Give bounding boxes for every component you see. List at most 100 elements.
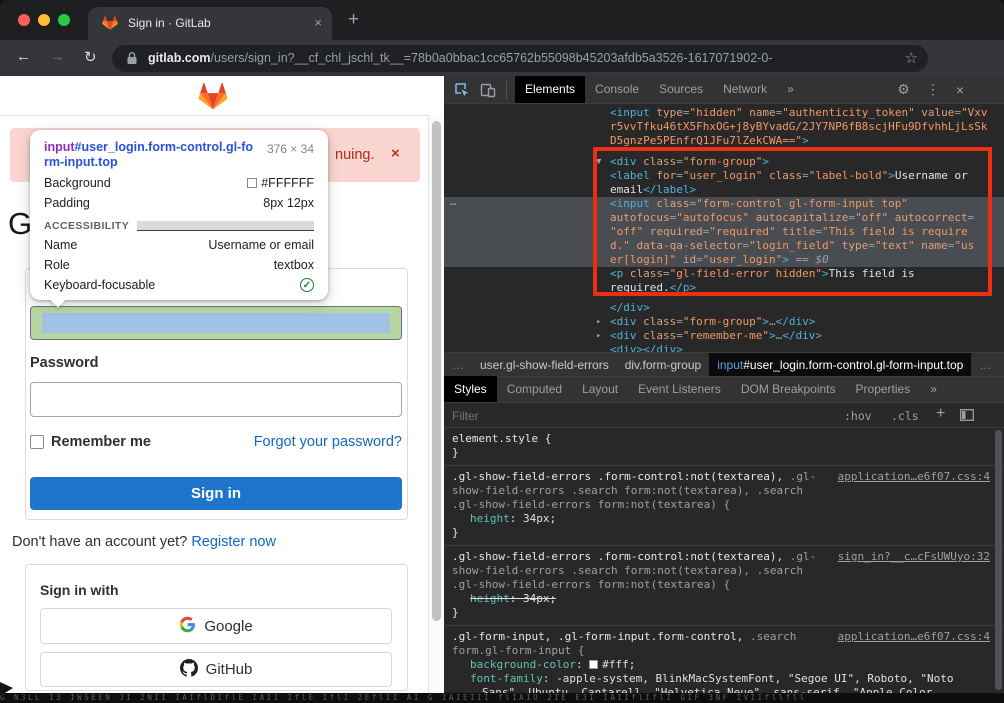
tab-dom-breakpoints[interactable]: DOM Breakpoints — [731, 376, 846, 403]
gitlab-page: nuing. × GitLab.com Password Remember me… — [0, 76, 444, 703]
tab-computed[interactable]: Computed — [497, 376, 572, 403]
code-line[interactable]: d." data-qa-selector="login_field" type=… — [444, 239, 1004, 253]
more-tabs-icon[interactable]: » — [777, 76, 804, 103]
google-signin-button[interactable]: Google — [40, 608, 392, 644]
page-scrollbar[interactable] — [428, 115, 444, 703]
code-line[interactable]: autofocus="autofocus" autocapitalize="of… — [444, 211, 1004, 225]
remember-me-checkbox[interactable] — [30, 435, 44, 449]
code-line[interactable]: ▸<div class="remember-me">…</div> — [444, 329, 1004, 343]
tooltip-focusable-label: Keyboard-focusable — [44, 278, 155, 292]
code-line[interactable]: r5vvTfku46tX5FhxOG+j8yBYvadG/2JY7NP6fB8s… — [444, 120, 1004, 134]
css-property[interactable]: background-color: #fff; — [452, 658, 996, 672]
tab-event-listeners[interactable]: Event Listeners — [628, 376, 731, 403]
alert-text-fragment: nuing. — [335, 147, 375, 163]
css-source-link[interactable]: sign_in?__c…cFsUWUyo:32 — [838, 550, 990, 564]
device-toolbar-icon[interactable] — [480, 82, 496, 98]
color-swatch[interactable] — [589, 660, 598, 669]
toolbar-divider — [506, 81, 507, 99]
tab-title: Sign in · GitLab — [128, 16, 211, 30]
new-tab-button[interactable]: + — [348, 9, 359, 31]
code-line[interactable]: D5gnzPe5PEnfrQ1JFu7lZekCWA=="> — [444, 134, 1004, 148]
css-property[interactable]: height: 34px; — [452, 512, 996, 526]
css-selector-line: .gl-show-field-errors form:not(textarea)… — [452, 578, 996, 592]
devtools-close-icon[interactable]: × — [956, 82, 964, 98]
filter-input[interactable]: Filter — [452, 409, 479, 423]
tab-layout[interactable]: Layout — [572, 376, 628, 403]
code-line[interactable]: required.</p> — [444, 281, 1004, 295]
page-scrollbar-thumb[interactable] — [432, 121, 441, 621]
css-rule-close: } — [452, 606, 996, 620]
collapse-arrow-icon[interactable]: ▸ — [596, 315, 601, 329]
breadcrumb-selected-input[interactable]: input#user_login.form-control.gl-form-in… — [709, 353, 971, 377]
devtools-menu-icon[interactable]: ⋮ — [926, 81, 940, 98]
code-line[interactable]: </div> — [444, 301, 1004, 315]
expand-arrow-icon[interactable]: ▼ — [596, 155, 601, 169]
reload-icon[interactable]: ↻ — [84, 48, 97, 66]
username-input-highlighted[interactable] — [30, 306, 402, 340]
breadcrumb-form[interactable]: user.gl-show-field-errors — [472, 353, 617, 377]
github-signin-button[interactable]: GitHub — [40, 652, 392, 687]
css-source-link[interactable]: application…e6f07.css:4 — [838, 470, 990, 484]
alert-close-icon[interactable]: × — [391, 145, 400, 162]
tooltip-selector-rest: #user_login.form-control.gl-form-input.t… — [44, 140, 253, 169]
code-line[interactable]: <input type="hidden" name="authenticity_… — [444, 106, 1004, 120]
tab-network[interactable]: Network — [713, 76, 777, 103]
css-rule: element.style {} — [444, 428, 1004, 466]
address-bar[interactable]: gitlab.com/users/sign_in?__cf_chl_jschl_… — [112, 45, 928, 72]
tab-close-icon[interactable]: × — [314, 15, 322, 30]
new-style-rule-button[interactable]: + — [936, 405, 945, 423]
styles-tab-bar: Styles Computed Layout Event Listeners D… — [444, 376, 1004, 402]
browser-tab[interactable]: Sign in · GitLab × — [88, 7, 332, 40]
devtools-settings-icon[interactable]: ⚙ — [897, 81, 910, 98]
url-domain: gitlab.com — [148, 51, 211, 65]
code-line[interactable]: email</label> — [444, 183, 1004, 197]
gitlab-logo-icon — [198, 82, 228, 117]
code-line[interactable]: …<input class="form-control gl-form-inpu… — [444, 197, 1004, 211]
tab-strip: Sign in · GitLab × + — [0, 0, 1004, 40]
register-now-link[interactable]: Register now — [191, 534, 276, 550]
traffic-light-zoom[interactable] — [58, 14, 70, 26]
google-logo-icon — [179, 616, 196, 637]
code-line[interactable]: ▼<div class="form-group"> — [444, 155, 1004, 169]
dom-breadcrumbs: … user.gl-show-field-errors div.form-gro… — [444, 352, 1004, 376]
bookmark-star-icon[interactable]: ☆ — [905, 49, 918, 67]
styles-scrollbar-thumb[interactable] — [995, 430, 1002, 690]
code-line[interactable]: <label for="user_login" class="label-bol… — [444, 169, 1004, 183]
css-property[interactable]: height: 34px; — [452, 592, 996, 606]
breadcrumb-form-group[interactable]: div.form-group — [617, 353, 709, 377]
github-logo-icon — [180, 659, 198, 681]
collapse-arrow-icon[interactable]: ▸ — [596, 329, 601, 343]
tab-elements[interactable]: Elements — [515, 76, 585, 103]
styles-more-tabs-icon[interactable]: » — [920, 376, 947, 403]
password-input[interactable] — [30, 382, 402, 417]
code-line[interactable]: "off" required="required" title="This fi… — [444, 225, 1004, 239]
css-selector-line: element.style { — [452, 432, 996, 446]
tab-sources[interactable]: Sources — [649, 76, 713, 103]
tooltip-background-label: Background — [44, 176, 111, 190]
traffic-light-close[interactable] — [18, 14, 30, 26]
sign-in-button[interactable]: Sign in — [30, 477, 402, 510]
css-source-link[interactable]: application…e6f07.css:4 — [838, 630, 990, 644]
code-line[interactable]: ▸<div class="form-group">…</div> — [444, 315, 1004, 329]
tooltip-padding-label: Padding — [44, 196, 90, 210]
breadcrumb-more[interactable]: … — [444, 353, 472, 377]
hov-toggle[interactable]: :hov — [844, 409, 872, 423]
devtools-toolbar: Elements Console Sources Network » ⚙ ⋮ × — [444, 76, 1004, 104]
code-line[interactable]: <p class="gl-field-error hidden">This fi… — [444, 267, 1004, 281]
css-selector-line: show-field-errors .search form:not(texta… — [452, 484, 996, 498]
traffic-light-minimize[interactable] — [38, 14, 50, 26]
code-line[interactable]: er[login]" id="user_login"> == $0 — [444, 253, 1004, 267]
tab-properties[interactable]: Properties — [846, 376, 921, 403]
register-text: Don't have an account yet? — [12, 534, 191, 550]
color-swatch — [247, 178, 257, 188]
sidebar-dock-icon[interactable] — [960, 408, 974, 426]
tab-styles[interactable]: Styles — [444, 376, 497, 403]
cls-toggle[interactable]: .cls — [891, 409, 919, 423]
tab-console[interactable]: Console — [585, 76, 649, 103]
elements-tree: <input type="hidden" name="authenticity_… — [444, 104, 1004, 354]
css-selector-line: .gl-show-field-errors form:not(textarea)… — [452, 498, 996, 512]
inspect-element-icon[interactable] — [454, 82, 470, 98]
back-icon[interactable]: ← — [16, 48, 31, 65]
forgot-password-link[interactable]: Forgot your password? — [254, 434, 402, 450]
forward-icon[interactable]: → — [50, 48, 65, 65]
